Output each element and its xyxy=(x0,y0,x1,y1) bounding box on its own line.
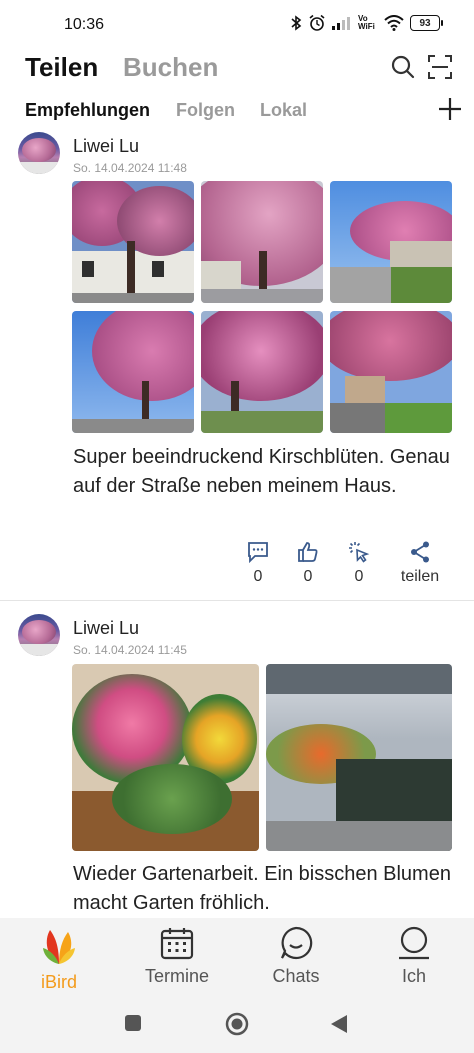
calendar-icon xyxy=(132,926,222,960)
post-text: Super beeindruckend Kirschblüten. Genau … xyxy=(73,446,450,497)
cursor-click-icon xyxy=(329,540,389,564)
back-icon[interactable] xyxy=(330,1014,348,1039)
nav-label-termine: Termine xyxy=(144,966,210,986)
post-date: So. 14.04.2024 11:45 xyxy=(73,643,187,657)
avatar[interactable] xyxy=(18,614,60,656)
nav-ibird[interactable]: iBird xyxy=(14,926,104,993)
post-text: Wieder Gartenarbeit. Ein bisschen Blumen… xyxy=(73,863,451,914)
tab-teilen[interactable]: Teilen xyxy=(25,52,98,83)
post-photo[interactable] xyxy=(72,181,194,303)
nav-label-ich: Ich xyxy=(401,966,426,986)
post-photo[interactable] xyxy=(201,311,323,433)
status-icons: Vo WiFi 93 xyxy=(290,14,443,32)
status-bar: 10:36 Vo WiFi 93 xyxy=(0,0,474,52)
post-photo[interactable] xyxy=(72,311,194,433)
person-icon xyxy=(369,926,459,960)
subtab-lokal[interactable]: Lokal xyxy=(260,100,307,121)
scan-icon[interactable] xyxy=(427,54,453,80)
status-time: 10:36 xyxy=(64,16,105,33)
battery-indicator: 93 xyxy=(410,15,443,31)
post-photo[interactable] xyxy=(72,664,259,851)
share-button[interactable]: teilen xyxy=(390,540,450,586)
share-label: teilen xyxy=(400,568,440,585)
post-actions: 0 0 0 teilen xyxy=(0,540,474,590)
click-count: 0 xyxy=(354,568,364,585)
vowifi-label: Vo WiFi xyxy=(358,14,375,31)
nav-termine[interactable]: Termine xyxy=(132,926,222,987)
post-photo[interactable] xyxy=(330,311,452,433)
post-date: So. 14.04.2024 11:48 xyxy=(73,161,187,175)
post-photo[interactable] xyxy=(201,181,323,303)
wifi-icon xyxy=(384,15,404,31)
post-author[interactable]: Liwei Lu xyxy=(73,618,139,639)
signal-icon xyxy=(332,16,352,30)
click-button[interactable]: 0 xyxy=(329,540,389,586)
add-post-icon[interactable] xyxy=(437,96,463,122)
nav-ich[interactable]: Ich xyxy=(369,926,459,987)
post-photo[interactable] xyxy=(266,664,452,851)
top-header: Teilen Buchen xyxy=(0,50,474,90)
post-divider xyxy=(0,600,474,601)
alarm-icon xyxy=(308,14,326,32)
subtab-empfehlungen[interactable]: Empfehlungen xyxy=(25,100,150,121)
share-icon xyxy=(390,540,450,564)
nav-label-chats: Chats xyxy=(272,966,320,986)
nav-chats[interactable]: Chats xyxy=(251,926,341,987)
bottom-navigation: iBird Termine Chats Ich xyxy=(0,918,474,998)
chat-bubble-icon xyxy=(251,926,341,960)
home-icon[interactable] xyxy=(225,1012,249,1041)
tab-buchen[interactable]: Buchen xyxy=(123,52,218,83)
avatar[interactable] xyxy=(18,132,60,174)
search-icon[interactable] xyxy=(390,54,416,80)
post-photo[interactable] xyxy=(330,181,452,303)
ibird-logo-icon xyxy=(14,926,104,966)
subtab-folgen[interactable]: Folgen xyxy=(176,100,235,121)
recent-apps-icon[interactable] xyxy=(124,1014,142,1037)
feed-subtabs: Empfehlungen Folgen Lokal xyxy=(0,96,474,126)
post-author[interactable]: Liwei Lu xyxy=(73,136,139,157)
nav-label-ibird: iBird xyxy=(40,972,77,992)
system-navigation xyxy=(0,998,474,1053)
bluetooth-icon xyxy=(290,15,302,31)
